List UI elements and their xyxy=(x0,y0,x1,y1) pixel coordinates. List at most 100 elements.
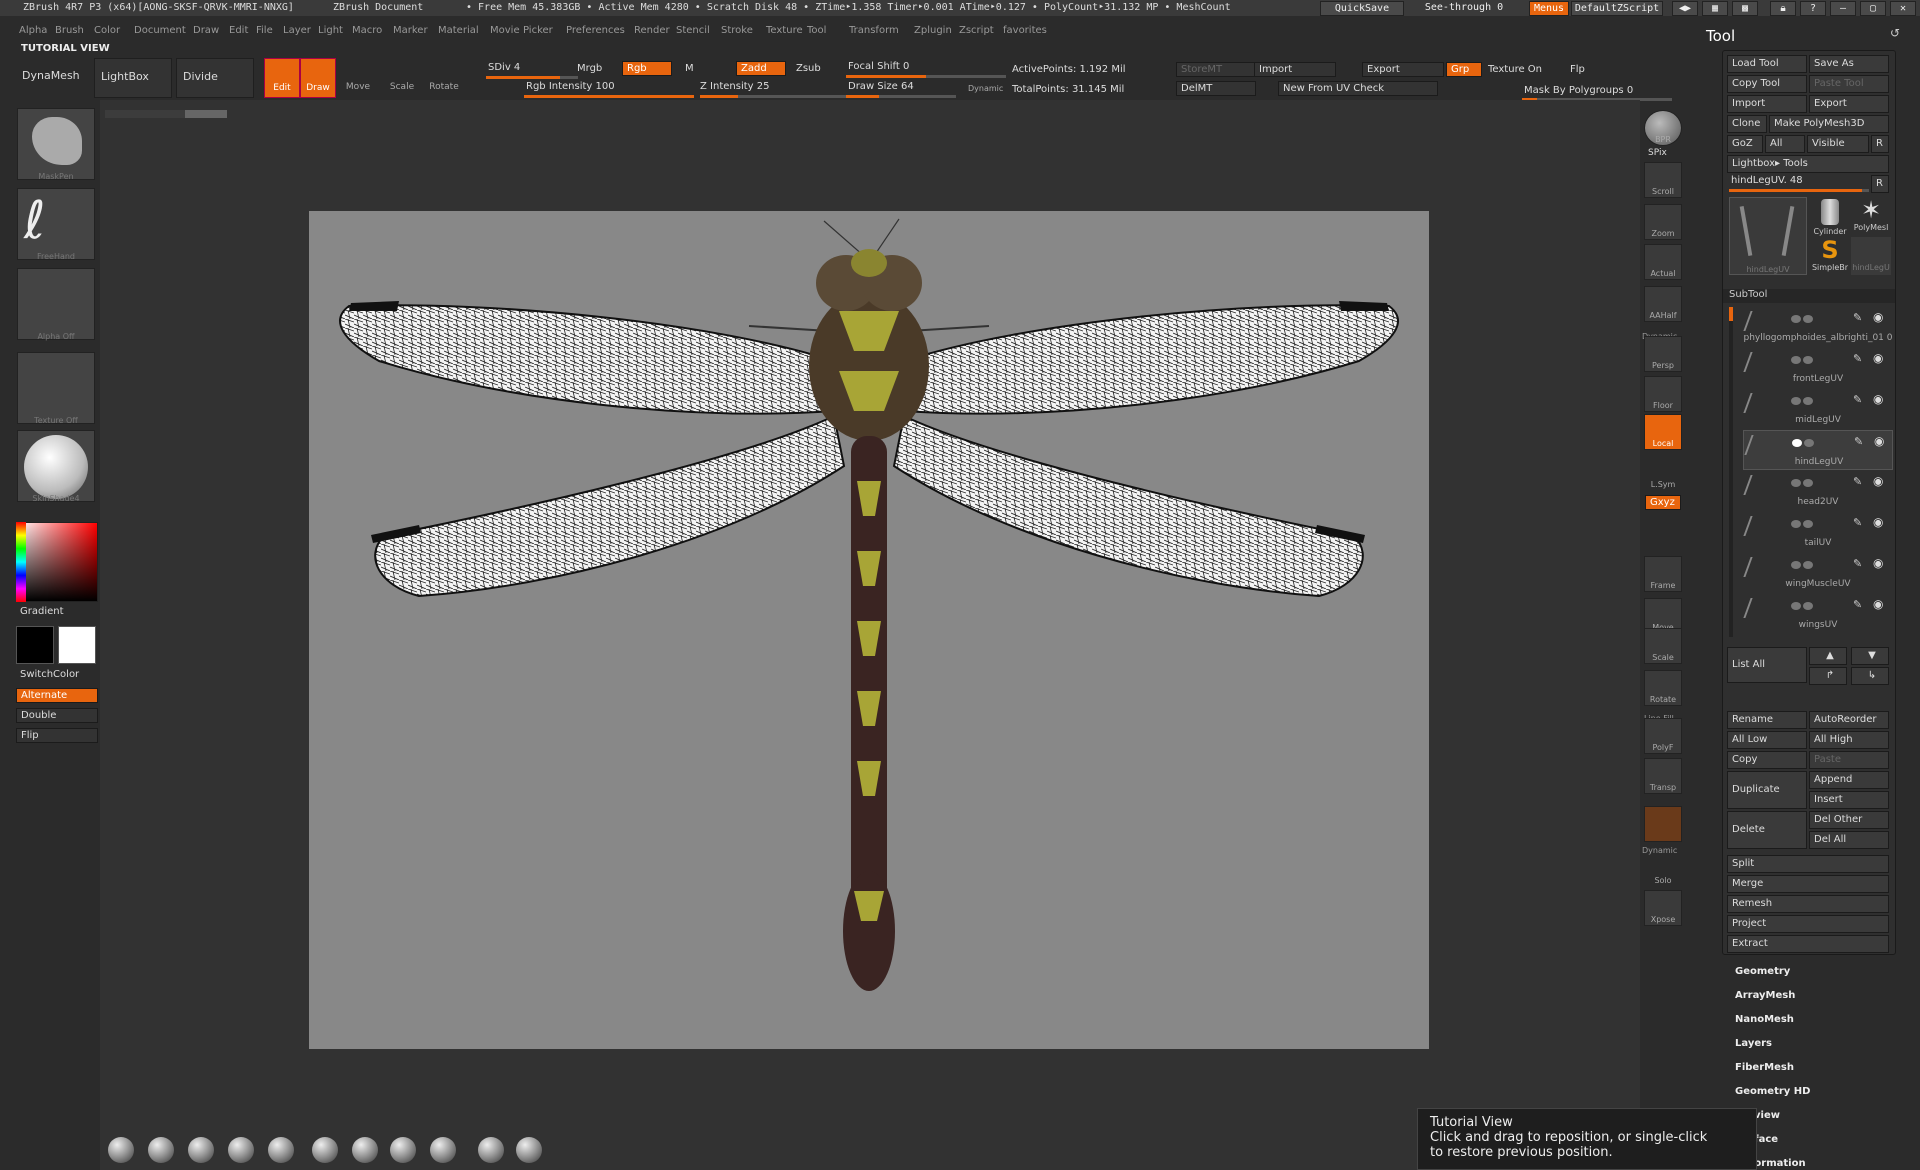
lock-icon[interactable]: 🔒︎ xyxy=(1770,1,1796,16)
paste-tool-button[interactable]: Paste Tool xyxy=(1809,75,1889,93)
hue-strip[interactable] xyxy=(16,522,26,602)
delmt-button[interactable]: DelMT xyxy=(1176,81,1256,96)
arrow-down-right-icon[interactable]: ↳ xyxy=(1851,667,1889,685)
rotate-view-button[interactable]: Rotate xyxy=(1644,670,1682,706)
draw-tool[interactable]: Draw xyxy=(300,58,336,98)
visibility-dot-icon[interactable] xyxy=(1791,561,1801,569)
material-thumbnail[interactable]: SkinShade4 xyxy=(17,430,95,503)
paint-brush-icon[interactable]: ✎ xyxy=(1853,393,1862,406)
stroke-thumbnail[interactable]: ℓ FreeHand xyxy=(17,188,95,261)
subtool-header[interactable]: SubTool xyxy=(1723,289,1895,303)
alpha-thumbnail[interactable]: Alpha Off xyxy=(17,268,95,341)
eye-icon[interactable]: ◉ xyxy=(1873,351,1883,365)
paint-brush-icon[interactable]: ✎ xyxy=(1853,311,1862,324)
cylinder-tool[interactable]: Cylinder xyxy=(1811,197,1849,236)
brush-preset-icon[interactable] xyxy=(108,1137,134,1163)
menu-edit[interactable]: Edit xyxy=(229,25,248,36)
subtool-row[interactable]: ✎ ◉ wingsUV xyxy=(1743,594,1893,634)
copy-tool-button[interactable]: Copy Tool xyxy=(1727,75,1807,93)
subtool-row[interactable]: ✎ ◉ frontLegUV xyxy=(1743,348,1893,388)
draw-size-track[interactable] xyxy=(846,95,956,98)
menu-light[interactable]: Light xyxy=(318,25,343,36)
paint-brush-icon[interactable]: ✎ xyxy=(1854,435,1863,448)
menu-favorites[interactable]: favorites xyxy=(1003,25,1047,36)
menu-preferences[interactable]: Preferences xyxy=(566,25,625,36)
horizontal-scrollbar[interactable] xyxy=(105,110,227,118)
ghost-button[interactable] xyxy=(1644,806,1682,842)
alternate-button[interactable]: Alternate xyxy=(16,688,98,703)
tool-menu-layers[interactable]: Layers xyxy=(1735,1038,1772,1049)
brush-preset-icon[interactable] xyxy=(430,1137,456,1163)
export-button[interactable]: Export xyxy=(1362,62,1444,77)
rename-button[interactable]: Rename xyxy=(1727,711,1807,729)
all-high-button[interactable]: All High xyxy=(1809,731,1889,749)
gradient-button[interactable]: Gradient xyxy=(20,606,64,617)
clone-button[interactable]: Clone xyxy=(1727,115,1767,133)
brush-preset-icon[interactable] xyxy=(312,1137,338,1163)
brush-preset-icon[interactable] xyxy=(228,1137,254,1163)
z-intensity-slider[interactable]: Z Intensity 25 xyxy=(700,81,769,92)
focal-shift-track[interactable] xyxy=(846,75,1006,78)
eye-icon[interactable]: ◉ xyxy=(1873,474,1883,488)
spix-slider[interactable]: SPix xyxy=(1648,148,1667,158)
current-tool-slider[interactable]: hindLegUV. 48 xyxy=(1731,175,1803,186)
autoreorder-button[interactable]: AutoReorder xyxy=(1809,711,1889,729)
polyf-button[interactable]: PolyF xyxy=(1644,718,1682,754)
remesh-button[interactable]: Remesh xyxy=(1727,895,1889,913)
goz-button[interactable]: GoZ xyxy=(1727,135,1763,153)
subtool-row[interactable]: ✎ ◉ hindLegUV xyxy=(1743,430,1893,470)
subtool-row[interactable]: ✎ ◉ head2UV xyxy=(1743,471,1893,511)
storemt-button[interactable]: StoreMT xyxy=(1176,62,1256,77)
visibility-dot-icon[interactable] xyxy=(1791,479,1801,487)
m-button[interactable]: M xyxy=(685,63,694,74)
import-tool-button[interactable]: Import xyxy=(1727,95,1807,113)
brush-preset-icon[interactable] xyxy=(390,1137,416,1163)
all-low-button[interactable]: All Low xyxy=(1727,731,1807,749)
paint-brush-icon[interactable]: ✎ xyxy=(1853,516,1862,529)
aahalf-button[interactable]: AAHalf xyxy=(1644,286,1682,322)
brush-preset-icon[interactable] xyxy=(516,1137,542,1163)
new-from-uv-check-button[interactable]: New From UV Check xyxy=(1278,81,1438,96)
scale-tool[interactable]: Scale xyxy=(384,58,420,98)
menu-picker[interactable]: Picker xyxy=(523,25,553,36)
tool-panel-title[interactable]: Tool xyxy=(1706,27,1735,45)
visibility-dot-icon[interactable] xyxy=(1791,520,1801,528)
texture-on-button[interactable]: Texture On xyxy=(1488,64,1542,75)
visibility-dot-icon[interactable] xyxy=(1791,397,1801,405)
eye-icon[interactable]: ◉ xyxy=(1874,434,1884,448)
polypaint-dot-icon[interactable] xyxy=(1803,356,1813,364)
lightbox-tools-button[interactable]: Lightbox▸ Tools xyxy=(1727,155,1889,173)
menu-zscript[interactable]: Zscript xyxy=(959,25,994,36)
delete-button[interactable]: Delete xyxy=(1727,811,1807,849)
rotate-tool[interactable]: Rotate xyxy=(426,58,462,98)
switchcolor-button[interactable]: SwitchColor xyxy=(16,668,98,683)
layout-icon[interactable]: ◀▶ xyxy=(1672,1,1698,16)
current-tool-track[interactable] xyxy=(1729,189,1869,192)
texture-thumbnail[interactable]: Texture Off xyxy=(17,352,95,425)
polypaint-dot-icon[interactable] xyxy=(1803,602,1813,610)
quicksave-button[interactable]: QuickSave xyxy=(1320,1,1404,16)
arrow-up-right-icon[interactable]: ↱ xyxy=(1809,667,1847,685)
divide-button[interactable]: Divide xyxy=(176,58,254,98)
extract-button[interactable]: Extract xyxy=(1727,935,1889,953)
rgb-intensity-slider[interactable]: Rgb Intensity 100 xyxy=(526,81,615,92)
export-tool-button[interactable]: Export xyxy=(1809,95,1889,113)
dragonfly-canvas[interactable] xyxy=(309,211,1429,1049)
polymesh-tool[interactable]: ✶ PolyMesl xyxy=(1851,197,1891,235)
visibility-dot-icon[interactable] xyxy=(1792,439,1802,447)
paint-brush-icon[interactable]: ✎ xyxy=(1853,598,1862,611)
flip-button[interactable]: Flip xyxy=(16,728,98,743)
draw-size-slider[interactable]: Draw Size 64 xyxy=(848,81,914,92)
rgb-intensity-track[interactable] xyxy=(524,95,694,98)
polypaint-dot-icon[interactable] xyxy=(1803,520,1813,528)
secondary-color-swatch[interactable] xyxy=(58,626,96,664)
goz-r-button[interactable]: R xyxy=(1871,135,1889,153)
subtool-scrollbar[interactable] xyxy=(1729,307,1733,637)
menu-macro[interactable]: Macro xyxy=(352,25,382,36)
list-all-button[interactable]: List All xyxy=(1727,647,1807,683)
grp-button[interactable]: Grp xyxy=(1446,62,1482,77)
panel-refresh-icon[interactable]: ↺ xyxy=(1890,26,1900,40)
duplicate-button[interactable]: Duplicate xyxy=(1727,771,1807,809)
menu-stroke[interactable]: Stroke xyxy=(721,25,753,36)
move-down-button[interactable]: ▼ xyxy=(1851,647,1889,665)
